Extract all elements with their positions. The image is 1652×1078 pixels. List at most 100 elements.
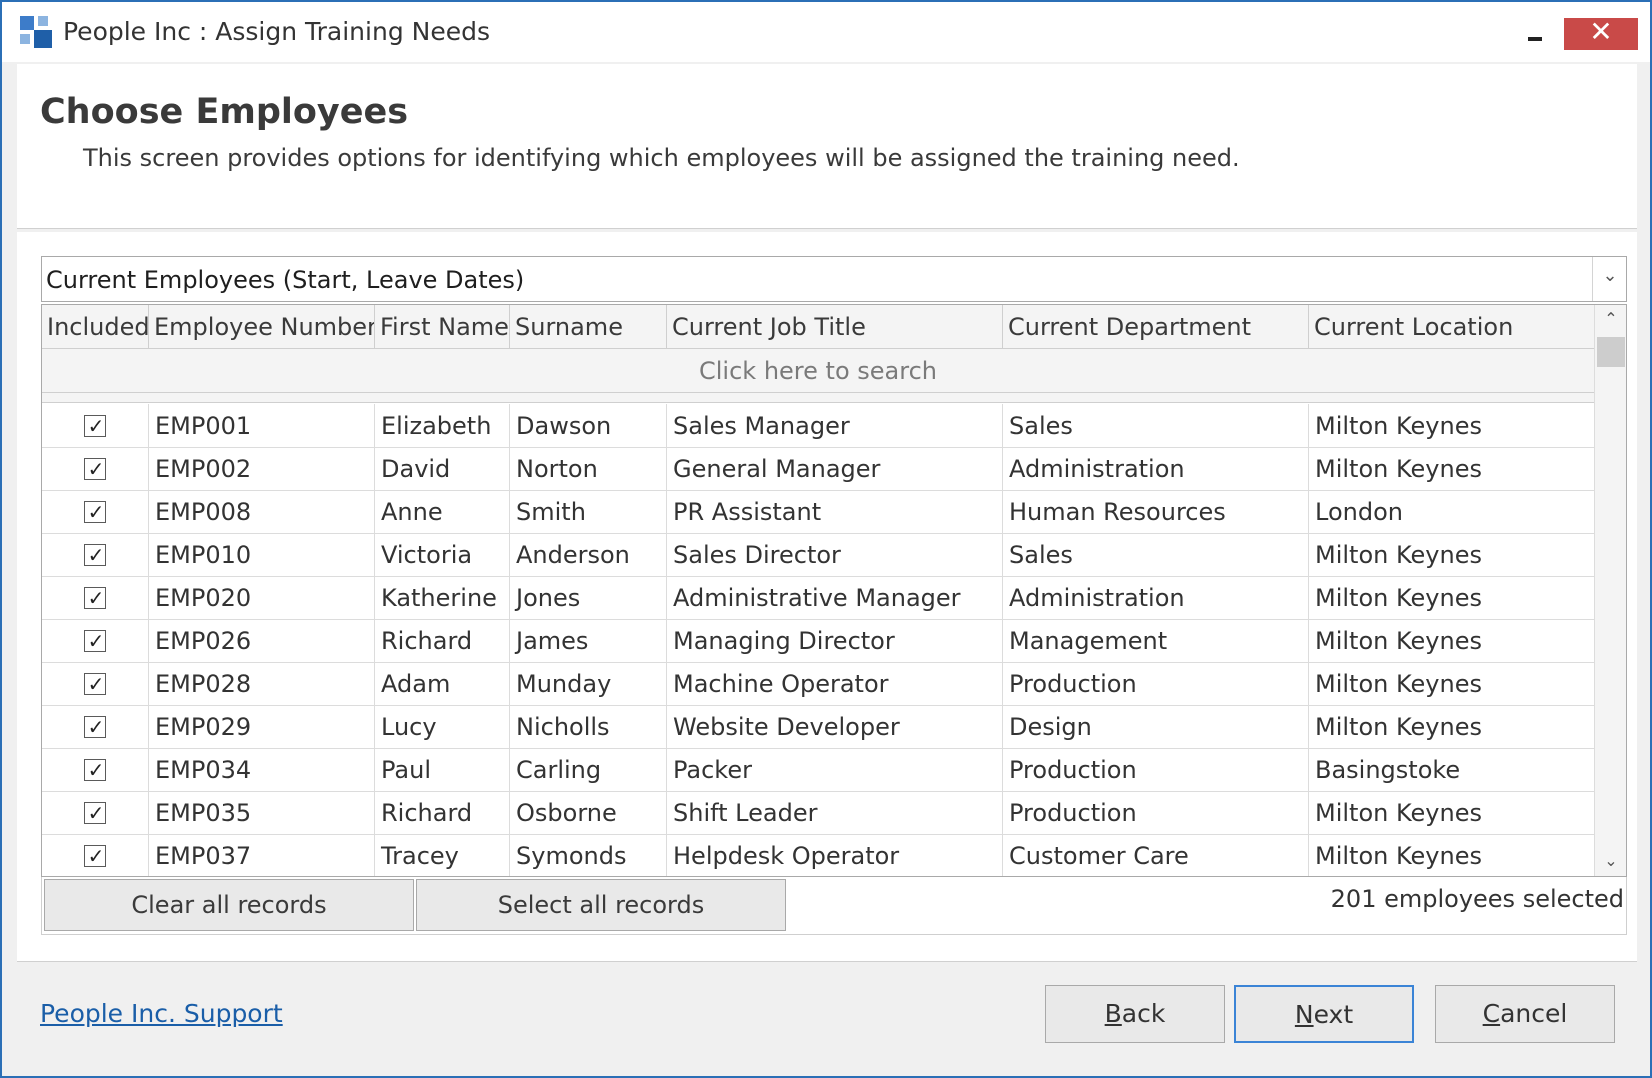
included-checkbox[interactable]: ✓ [84, 801, 106, 825]
cell-surname: Osborne [510, 791, 667, 835]
close-button[interactable]: ✕ [1564, 15, 1638, 50]
column-header-job-title[interactable]: Current Job Title [667, 305, 1003, 349]
cell-department: Administration [1003, 576, 1309, 620]
column-header-first-name[interactable]: First Name [375, 305, 510, 349]
cell-included: ✓ [42, 490, 149, 534]
filter-selected-value: Current Employees (Start, Leave Dates) [46, 266, 525, 294]
app-logo-icon [20, 16, 54, 48]
table-row[interactable]: ✓ EMP026 Richard James Managing Director Mana… [42, 619, 1594, 663]
back-button[interactable]: Back [1045, 985, 1225, 1043]
cell-surname: Carling [510, 748, 667, 792]
cell-employee-number: EMP035 [149, 791, 375, 835]
back-label: ack [1121, 999, 1166, 1028]
grid-footer: Clear all records Select all records 201… [41, 877, 1627, 935]
included-checkbox[interactable]: ✓ [84, 758, 106, 782]
cell-location: Milton Keynes [1315, 713, 1482, 741]
cell-location: Milton Keynes [1315, 670, 1482, 698]
cell-location: London [1315, 498, 1403, 526]
table-row[interactable]: ✓ EMP001 Elizabeth Dawson Sales Manager Sales… [42, 404, 1594, 448]
column-header-included[interactable]: Included [42, 305, 149, 349]
cell-employee-number: EMP020 [149, 576, 375, 620]
included-checkbox[interactable]: ✓ [84, 586, 106, 610]
cell-included: ✓ [42, 748, 149, 792]
cell-included: ✓ [42, 791, 149, 835]
cell-job-title: Sales Director [667, 533, 1003, 577]
next-button[interactable]: Next [1234, 985, 1414, 1043]
included-checkbox[interactable]: ✓ [84, 844, 106, 868]
cell-surname: Munday [510, 662, 667, 706]
table-row[interactable]: ✓ EMP037 Tracey Symonds Helpdesk Operator Cus… [42, 834, 1594, 876]
table-row[interactable]: ✓ EMP010 Victoria Anderson Sales Director Sal… [42, 533, 1594, 577]
checkmark-icon: ✓ [87, 629, 105, 653]
checkmark-icon: ✓ [87, 715, 105, 739]
cell-location: Milton Keynes [1315, 455, 1482, 483]
cell-department: Sales [1003, 533, 1309, 577]
table-row[interactable]: ✓ EMP002 David Norton General Manager Adminis… [42, 447, 1594, 491]
cell-first-name: Anne [375, 490, 510, 534]
cell-job-title: General Manager [667, 447, 1003, 491]
included-checkbox[interactable]: ✓ [84, 500, 106, 524]
cell-department: Production [1003, 662, 1309, 706]
checkmark-icon: ✓ [87, 801, 105, 825]
cell-job-title: Shift Leader [667, 791, 1003, 835]
cell-employee-number: EMP001 [149, 404, 375, 448]
column-header-department[interactable]: Current Department [1003, 305, 1309, 349]
clear-all-records-button[interactable]: Clear all records [44, 879, 414, 931]
grid-search-row[interactable]: Click here to search [42, 349, 1594, 393]
cell-job-title: Managing Director [667, 619, 1003, 663]
cell-department: Sales [1003, 404, 1309, 448]
checkmark-icon: ✓ [87, 500, 105, 524]
included-checkbox[interactable]: ✓ [84, 457, 106, 481]
close-icon: ✕ [1589, 15, 1613, 48]
vertical-scrollbar[interactable]: ⌃ ⌄ [1594, 305, 1626, 876]
cell-included: ✓ [42, 662, 149, 706]
scrollbar-thumb[interactable] [1597, 337, 1625, 367]
cell-location: Milton Keynes [1315, 842, 1482, 870]
cell-job-title: Machine Operator [667, 662, 1003, 706]
checkmark-icon: ✓ [87, 672, 105, 696]
included-checkbox[interactable]: ✓ [84, 543, 106, 567]
column-header-employee-number[interactable]: Employee Number [149, 305, 375, 349]
dropdown-button[interactable]: ⌄ [1592, 257, 1626, 301]
checkmark-icon: ✓ [87, 586, 105, 610]
checkmark-icon: ✓ [87, 457, 105, 481]
cell-employee-number: EMP026 [149, 619, 375, 663]
scroll-down-icon[interactable]: ⌄ [1595, 851, 1626, 870]
table-row[interactable]: ✓ EMP020 Katherine Jones Administrative Mana… [42, 576, 1594, 620]
cell-job-title: Helpdesk Operator [667, 834, 1003, 876]
chevron-down-icon: ⌄ [1602, 265, 1618, 286]
included-checkbox[interactable]: ✓ [84, 715, 106, 739]
main-panel: Current Employees (Start, Leave Dates) ⌄… [17, 232, 1637, 962]
cancel-accelerator: C [1482, 999, 1501, 1028]
table-row[interactable]: ✓ EMP008 Anne Smith PR Assistant Human Resour… [42, 490, 1594, 534]
next-accelerator: N [1294, 1000, 1314, 1029]
column-header-location[interactable]: Current Location [1309, 305, 1594, 349]
included-checkbox[interactable]: ✓ [84, 672, 106, 696]
cell-location: Milton Keynes [1315, 799, 1482, 827]
included-checkbox[interactable]: ✓ [84, 629, 106, 653]
table-row[interactable]: ✓ EMP035 Richard Osborne Shift Leader Product… [42, 791, 1594, 835]
cell-first-name: Victoria [375, 533, 510, 577]
included-checkbox[interactable]: ✓ [84, 414, 106, 438]
cancel-button[interactable]: Cancel [1435, 985, 1615, 1043]
cell-job-title: PR Assistant [667, 490, 1003, 534]
table-row[interactable]: ✓ EMP034 Paul Carling Packer Production Basing… [42, 748, 1594, 792]
cell-employee-number: EMP029 [149, 705, 375, 749]
page-description: This screen provides options for identif… [83, 144, 1240, 172]
cell-included: ✓ [42, 705, 149, 749]
checkmark-icon: ✓ [87, 414, 105, 438]
table-row[interactable]: ✓ EMP028 Adam Munday Machine Operator Product… [42, 662, 1594, 706]
grid-body: ✓ EMP001 Elizabeth Dawson Sales Manager Sales… [42, 404, 1594, 876]
cell-department: Design [1003, 705, 1309, 749]
cell-included: ✓ [42, 576, 149, 620]
employee-filter-select[interactable]: Current Employees (Start, Leave Dates) ⌄ [41, 256, 1627, 302]
column-header-surname[interactable]: Surname [510, 305, 667, 349]
cell-surname: James [510, 619, 667, 663]
table-row[interactable]: ✓ EMP029 Lucy Nicholls Website Developer Desi… [42, 705, 1594, 749]
select-all-records-button[interactable]: Select all records [416, 879, 786, 931]
cell-first-name: Adam [375, 662, 510, 706]
support-link[interactable]: People Inc. Support [40, 999, 283, 1028]
grid-search-separator [42, 393, 1594, 403]
scroll-up-icon[interactable]: ⌃ [1595, 309, 1626, 328]
minimize-button[interactable] [1504, 18, 1564, 50]
